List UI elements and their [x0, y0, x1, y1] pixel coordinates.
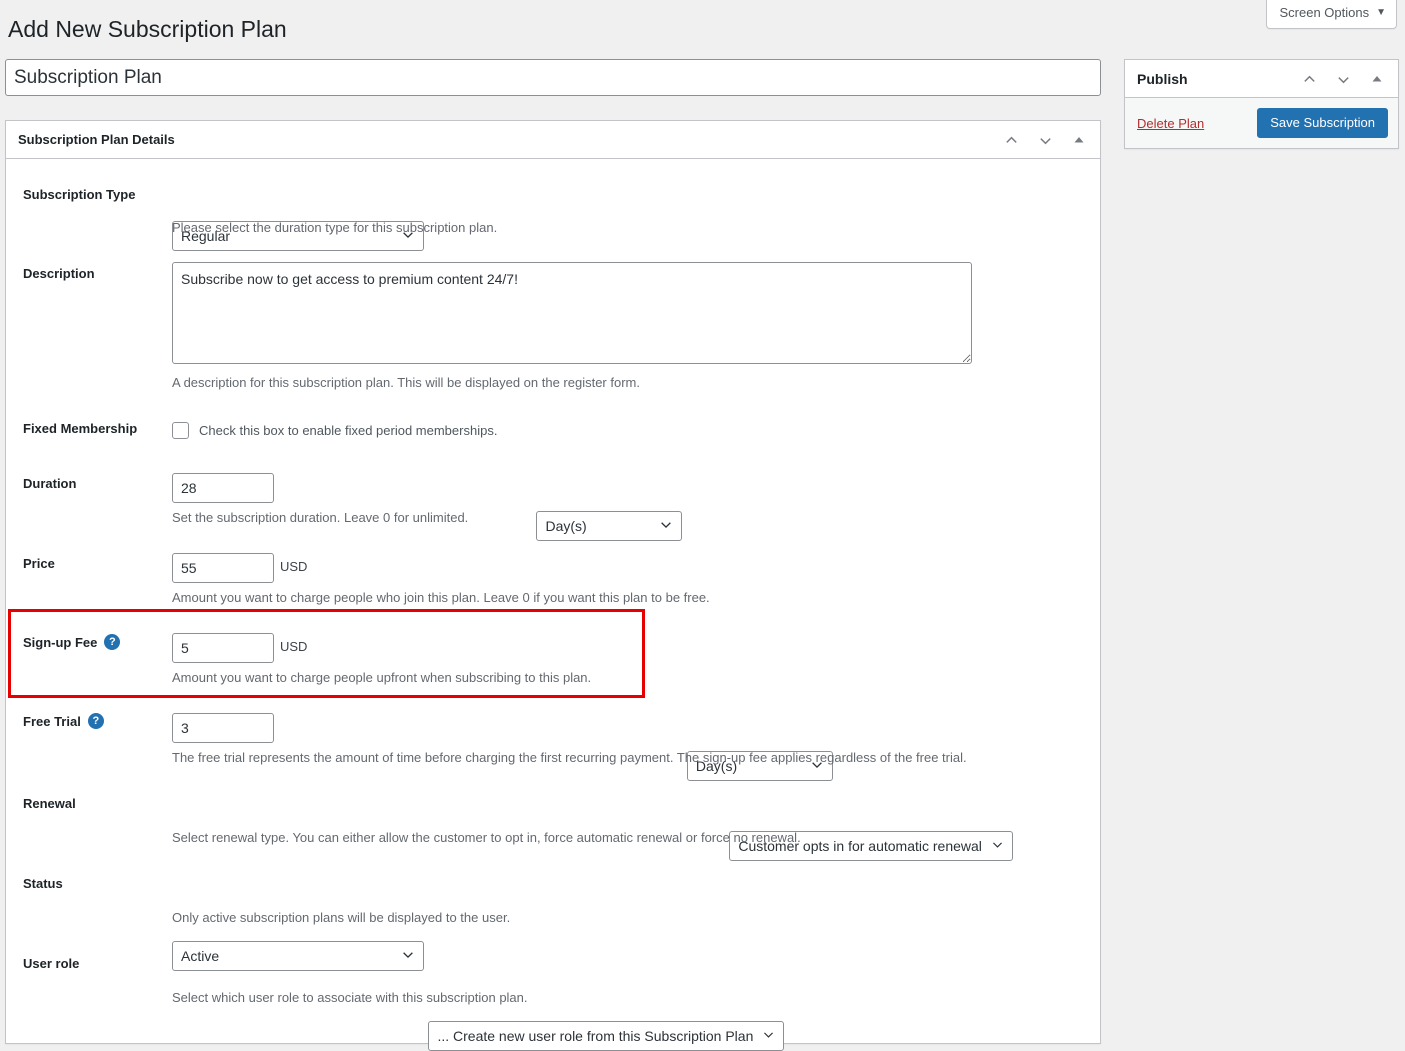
price-description: Amount you want to charge people who joi…: [172, 590, 710, 605]
fixed-membership-row: Check this box to enable fixed period me…: [172, 422, 497, 439]
status-select[interactable]: Active: [172, 941, 424, 971]
user-role-select[interactable]: ... Create new user role from this Subsc…: [428, 1021, 785, 1051]
user-role-description: Select which user role to associate with…: [172, 990, 528, 1005]
renewal-description: Select renewal type. You can either allo…: [172, 830, 801, 845]
free-trial-description: The free trial represents the amount of …: [172, 750, 967, 765]
row-label-duration: Duration: [23, 476, 77, 491]
move-up-icon[interactable]: [1298, 68, 1320, 90]
move-up-icon[interactable]: [1000, 129, 1022, 151]
panel-header-actions: [1000, 121, 1090, 159]
publish-panel-header: Publish: [1125, 60, 1398, 98]
duration-unit-select[interactable]: Day(s): [536, 511, 683, 541]
toggle-panel-icon[interactable]: [1366, 68, 1388, 90]
row-label-renewal: Renewal: [23, 796, 76, 811]
publish-panel-title: Publish: [1137, 70, 1188, 87]
signup-fee-currency-label: USD: [280, 639, 308, 654]
publish-panel: Publish Delete Plan Save Subscription: [1124, 59, 1399, 149]
row-label-user-role: User role: [23, 956, 80, 971]
row-label-fixed-membership: Fixed Membership: [23, 421, 138, 436]
chevron-down-icon: [762, 1028, 775, 1044]
duration-unit-value: Day(s): [545, 518, 587, 534]
toggle-panel-icon[interactable]: [1068, 129, 1090, 151]
plan-title-input[interactable]: [5, 59, 1101, 96]
description-textarea[interactable]: [172, 262, 972, 364]
delete-plan-link[interactable]: Delete Plan: [1137, 116, 1204, 131]
row-label-subscription-type: Subscription Type: [23, 187, 136, 202]
subscription-plan-form: Subscription Type Regular Please select …: [6, 159, 1100, 1051]
fixed-membership-checkbox-label: Check this box to enable fixed period me…: [199, 423, 498, 438]
help-icon[interactable]: ?: [104, 634, 121, 650]
duration-input[interactable]: [172, 473, 274, 503]
status-description: Only active subscription plans will be d…: [172, 910, 511, 925]
screen-options-label: Screen Options: [1279, 5, 1370, 20]
row-label-free-trial: Free Trial ?: [23, 713, 104, 729]
subscription-plan-details-panel: Subscription Plan Details Subscription T…: [5, 120, 1101, 1051]
subscription-type-description: Please select the duration type for this…: [172, 220, 498, 235]
row-label-description: Description: [23, 266, 95, 281]
publish-panel-footer: Delete Plan Save Subscription: [1125, 98, 1398, 148]
price-currency-label: USD: [280, 559, 308, 574]
chevron-down-icon: [401, 948, 415, 965]
row-label-status: Status: [23, 876, 63, 891]
free-trial-input[interactable]: [172, 713, 274, 743]
save-subscription-button[interactable]: Save Subscription: [1257, 108, 1388, 138]
caret-down-icon: ▼: [1376, 7, 1386, 19]
chevron-down-icon: [659, 518, 673, 535]
plan-title-field-wrapper: [5, 59, 1101, 96]
page-title: Add New Subscription Plan: [8, 16, 287, 42]
row-label-signup-fee: Sign-up Fee ?: [23, 634, 121, 650]
chevron-down-icon: [991, 838, 1004, 854]
signup-fee-description: Amount you want to charge people upfront…: [172, 670, 592, 685]
fixed-membership-checkbox[interactable]: [172, 422, 189, 439]
row-label-price: Price: [23, 556, 55, 571]
price-input[interactable]: [172, 553, 274, 583]
signup-fee-input[interactable]: [172, 633, 274, 663]
duration-description: Set the subscription duration. Leave 0 f…: [172, 510, 469, 525]
panel-title: Subscription Plan Details: [18, 132, 175, 147]
move-down-icon[interactable]: [1034, 129, 1056, 151]
user-role-value: ... Create new user role from this Subsc…: [437, 1028, 754, 1044]
screen-options-button[interactable]: Screen Options ▼: [1266, 0, 1397, 30]
help-icon[interactable]: ?: [87, 713, 104, 729]
move-down-icon[interactable]: [1332, 68, 1354, 90]
publish-panel-actions: [1298, 60, 1388, 98]
status-value: Active: [181, 948, 220, 964]
panel-header: Subscription Plan Details: [6, 121, 1100, 159]
description-help-text: A description for this subscription plan…: [172, 375, 640, 390]
